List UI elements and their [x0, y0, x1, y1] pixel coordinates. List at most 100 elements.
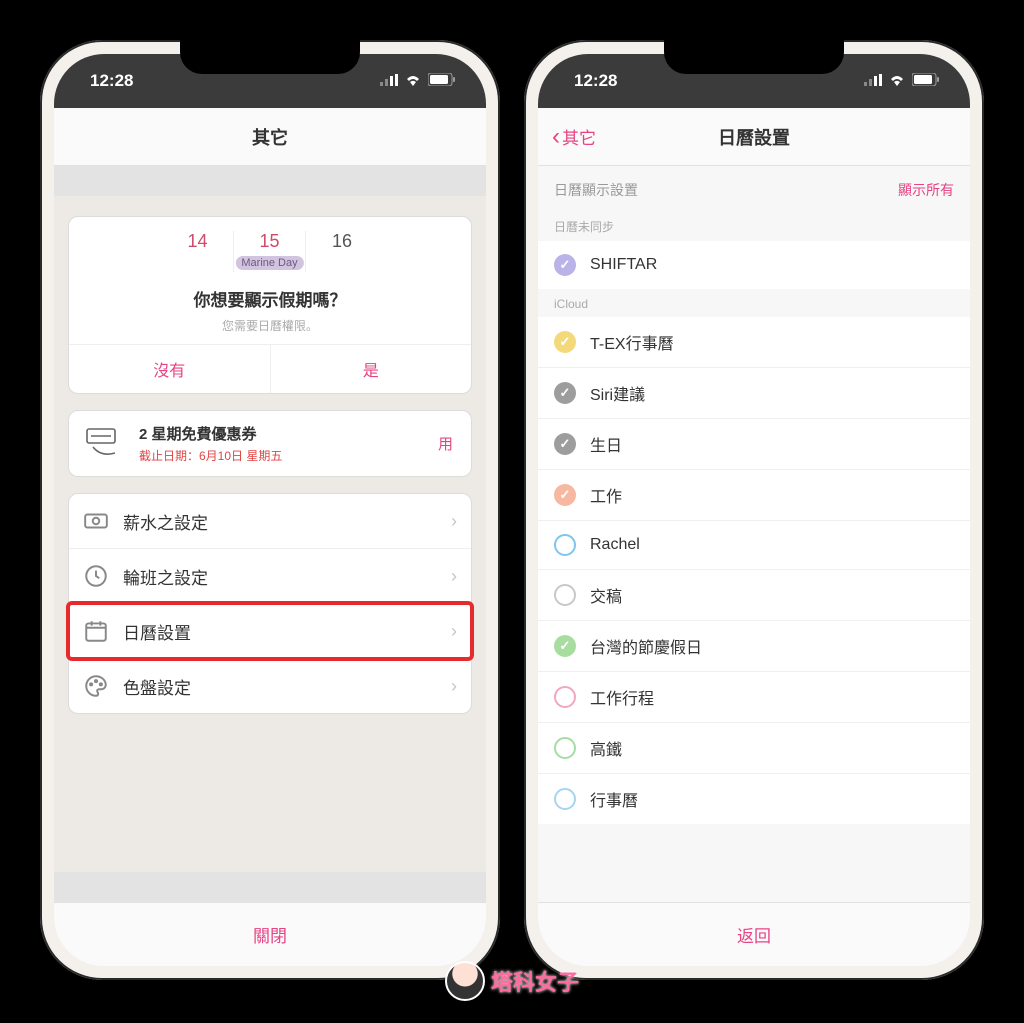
phone-right: 12:28 ‹ 其它 日曆設置 日曆顯示設置	[524, 40, 984, 980]
calendar-name: 工作行程	[590, 685, 654, 709]
row-shift-label: 輪班之設定	[123, 564, 437, 589]
background-strip	[54, 872, 486, 902]
section-title: 日曆顯示設置	[554, 180, 638, 200]
watermark: 塔科女子	[445, 961, 579, 1001]
calendar-name: 高鐵	[590, 736, 622, 760]
watermark-avatar-icon	[445, 961, 485, 1001]
clock-icon	[83, 563, 109, 589]
check-icon: ✓	[560, 487, 571, 503]
calendar-settings-body: 日曆顯示設置 顯示所有 日曆未同步 ✓SHIFTAR iCloud ✓T-EX行…	[538, 166, 970, 902]
wifi-icon	[404, 71, 422, 91]
row-salary[interactable]: 薪水之設定 ›	[69, 494, 471, 549]
chevron-right-icon: ›	[451, 511, 457, 532]
row-shift[interactable]: 輪班之設定 ›	[69, 549, 471, 604]
calendar-row[interactable]: 交稿	[538, 570, 970, 621]
holiday-yes-button[interactable]: 是	[271, 345, 472, 393]
calendar-row[interactable]: ✓ 工作	[538, 470, 970, 521]
content-area: 14 15 Marine Day 16 你想要顯示假期嗎？ 您需要日曆權限。 沒…	[54, 196, 486, 872]
calendar-color-circle: ✓	[554, 484, 576, 506]
check-icon: ✓	[560, 334, 571, 350]
signal-icon	[380, 71, 398, 91]
coupon-card[interactable]: 2 星期免費優惠券 截止日期：6月10日 星期五 用	[68, 410, 472, 477]
settings-list: 薪水之設定 › 輪班之設定 › 日曆設置 ›	[68, 493, 472, 714]
close-button[interactable]: 關閉	[253, 922, 287, 947]
check-icon: ✓	[560, 638, 571, 654]
check-icon: ✓	[560, 436, 571, 452]
chevron-right-icon: ›	[451, 676, 457, 697]
coupon-use-button[interactable]: 用	[434, 433, 457, 454]
calendar-name: 台灣的節慶假日	[590, 634, 702, 658]
calendar-color-circle: ✓	[554, 382, 576, 404]
calendar-name: 工作	[590, 483, 622, 507]
footer-bar: 關閉	[54, 902, 486, 966]
calendar-name: SHIFTAR	[590, 256, 657, 274]
wifi-icon	[888, 71, 906, 91]
calendar-row[interactable]: 行事曆	[538, 774, 970, 824]
holiday-prompt-card: 14 15 Marine Day 16 你想要顯示假期嗎？ 您需要日曆權限。 沒…	[68, 216, 472, 394]
calendar-icon	[83, 618, 109, 644]
holiday-subtext: 您需要日曆權限。	[69, 317, 471, 334]
event-badge: Marine Day	[235, 256, 303, 270]
navbar: 其它	[54, 108, 486, 166]
coupon-icon	[83, 425, 127, 463]
screen-left: 12:28 其它 14 15	[54, 54, 486, 966]
battery-icon	[912, 71, 940, 91]
row-calendar[interactable]: 日曆設置 ›	[69, 604, 471, 659]
back-button[interactable]: ‹ 其它	[552, 124, 596, 149]
holiday-actions: 沒有 是	[69, 344, 471, 393]
group-unsynced-label: 日曆未同步	[538, 210, 970, 241]
coupon-body: 2 星期免費優惠券 截止日期：6月10日 星期五	[139, 423, 422, 464]
status-right	[864, 71, 940, 91]
calendar-color-circle	[554, 686, 576, 708]
calendar-color-circle	[554, 534, 576, 556]
check-icon: ✓	[560, 257, 571, 273]
chevron-right-icon: ›	[451, 621, 457, 642]
battery-icon	[428, 71, 456, 91]
calendar-color-circle: ✓	[554, 635, 576, 657]
status-time: 12:28	[574, 71, 617, 91]
back-label: 其它	[562, 124, 596, 149]
calendar-row[interactable]: 高鐵	[538, 723, 970, 774]
calendar-row[interactable]: ✓ 生日	[538, 419, 970, 470]
calendar-color-circle: ✓	[554, 433, 576, 455]
calendar-row[interactable]: 工作行程	[538, 672, 970, 723]
calendar-color-circle	[554, 788, 576, 810]
calendar-color-circle	[554, 584, 576, 606]
chevron-right-icon: ›	[451, 566, 457, 587]
navbar: ‹ 其它 日曆設置	[538, 108, 970, 166]
calendar-list-unsynced: ✓ SHIFTAR	[538, 241, 970, 289]
page-title: 日曆設置	[718, 124, 790, 150]
calendar-row[interactable]: ✓ 台灣的節慶假日	[538, 621, 970, 672]
calendar-name: 行事曆	[590, 787, 638, 811]
calendar-row[interactable]: ✓ Siri建議	[538, 368, 970, 419]
show-all-button[interactable]: 顯示所有	[898, 180, 954, 200]
watermark-text: 塔科女子	[491, 965, 579, 997]
holiday-question: 你想要顯示假期嗎？	[69, 286, 471, 311]
calendar-name: T-EX行事曆	[590, 330, 674, 354]
row-salary-label: 薪水之設定	[123, 509, 437, 534]
calendar-row[interactable]: Rachel	[538, 521, 970, 570]
row-calendar-label: 日曆設置	[123, 619, 437, 644]
footer-bar: 返回	[538, 902, 970, 966]
coupon-deadline: 截止日期：6月10日 星期五	[139, 447, 422, 464]
coupon-title: 2 星期免費優惠券	[139, 423, 422, 444]
signal-icon	[864, 71, 882, 91]
calendar-name: 生日	[590, 432, 622, 456]
check-icon: ✓	[560, 385, 571, 401]
holiday-no-button[interactable]: 沒有	[69, 345, 271, 393]
palette-icon	[83, 673, 109, 699]
calendar-color-circle	[554, 737, 576, 759]
calendar-row[interactable]: ✓ T-EX行事曆	[538, 317, 970, 368]
status-time: 12:28	[90, 71, 133, 91]
background-strip	[54, 166, 486, 196]
calendar-name: Siri建議	[590, 381, 645, 405]
date-16: 16	[306, 231, 378, 272]
calendar-row[interactable]: ✓ SHIFTAR	[538, 241, 970, 289]
date-14: 14	[162, 231, 234, 272]
money-icon	[83, 508, 109, 534]
row-palette[interactable]: 色盤設定 ›	[69, 659, 471, 713]
calendar-name: Rachel	[590, 536, 640, 554]
back-footer-button[interactable]: 返回	[737, 922, 771, 947]
calendar-color-circle: ✓	[554, 331, 576, 353]
page-title: 其它	[252, 124, 288, 150]
